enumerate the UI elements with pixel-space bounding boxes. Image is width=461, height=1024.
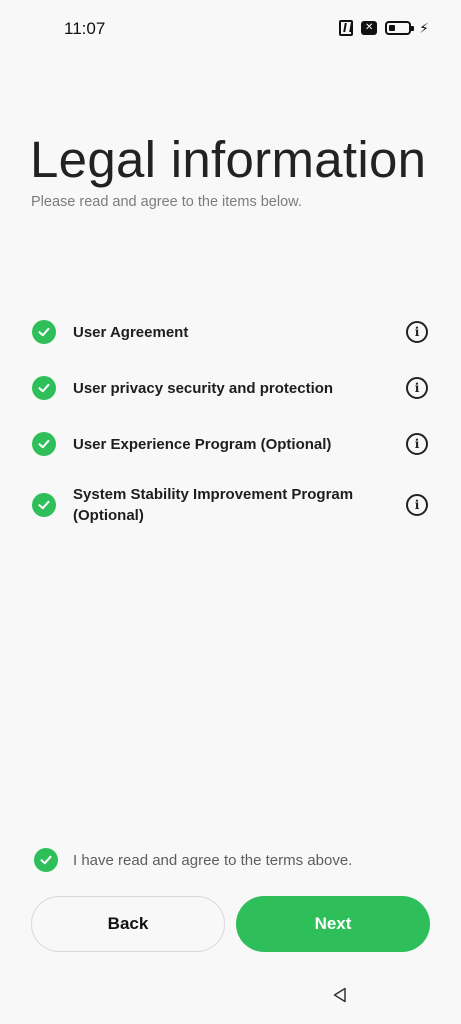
legal-item-user-experience[interactable]: User Experience Program (Optional) i bbox=[32, 432, 430, 456]
check-icon[interactable] bbox=[34, 848, 58, 872]
check-icon[interactable] bbox=[32, 432, 56, 456]
legal-item-label[interactable]: User Experience Program (Optional) bbox=[73, 434, 373, 455]
page-subtitle: Please read and agree to the items below… bbox=[31, 194, 302, 210]
nfc-icon bbox=[339, 20, 354, 36]
legal-item-privacy[interactable]: User privacy security and protection i bbox=[32, 376, 430, 400]
back-button[interactable]: Back bbox=[31, 896, 225, 952]
status-bar: 11:07 ✕ ⚡ bbox=[0, 0, 461, 58]
info-icon[interactable]: i bbox=[406, 494, 428, 516]
check-icon[interactable] bbox=[32, 376, 56, 400]
legal-item-label[interactable]: System Stability Improvement Program (Op… bbox=[73, 484, 373, 526]
status-icons: ✕ ⚡ bbox=[339, 20, 429, 36]
legal-item-label[interactable]: User Agreement bbox=[73, 322, 373, 343]
charging-bolt-icon: ⚡ bbox=[419, 20, 429, 36]
info-icon[interactable]: i bbox=[406, 377, 428, 399]
legal-item-system-stability[interactable]: System Stability Improvement Program (Op… bbox=[32, 484, 430, 526]
nav-back-icon[interactable] bbox=[331, 986, 349, 1004]
battery-icon bbox=[385, 21, 415, 35]
legal-information-screen: 11:07 ✕ ⚡ Legal information Please read … bbox=[0, 0, 461, 1024]
page-title: Legal information bbox=[30, 131, 427, 188]
consent-checkbox-row[interactable]: I have read and agree to the terms above… bbox=[34, 848, 352, 872]
info-icon[interactable]: i bbox=[406, 433, 428, 455]
next-button[interactable]: Next bbox=[236, 896, 430, 952]
check-icon[interactable] bbox=[32, 493, 56, 517]
status-time: 11:07 bbox=[64, 19, 106, 38]
consent-label[interactable]: I have read and agree to the terms above… bbox=[73, 852, 352, 869]
check-icon[interactable] bbox=[32, 320, 56, 344]
info-icon[interactable]: i bbox=[406, 321, 428, 343]
legal-item-user-agreement[interactable]: User Agreement i bbox=[32, 320, 430, 344]
legal-item-label[interactable]: User privacy security and protection bbox=[73, 378, 373, 399]
sim-off-icon: ✕ bbox=[361, 21, 378, 35]
